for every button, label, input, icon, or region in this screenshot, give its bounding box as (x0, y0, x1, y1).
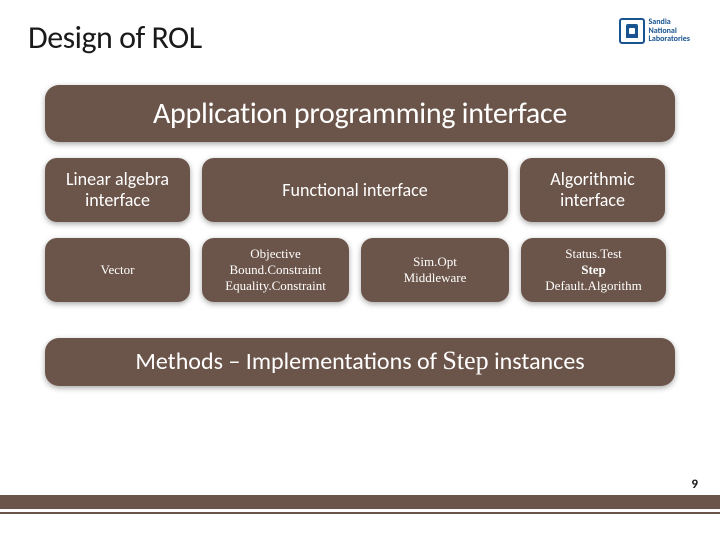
algorithmic-box: Algorithmic interface (520, 158, 665, 222)
slide-title: Design of ROL (28, 18, 202, 57)
status-l1: Status.Test (565, 246, 622, 262)
architecture-diagram: Application programming interface Linear… (0, 57, 720, 386)
objective-box: Objective Bound.Constraint Equality.Cons… (202, 238, 349, 302)
objective-l2: Bound.Constraint (229, 262, 321, 278)
api-banner: Application programming interface (45, 85, 675, 142)
objective-l1: Objective (250, 246, 301, 262)
status-l3: Default.Algorithm (545, 278, 641, 294)
methods-step: Step (442, 346, 488, 375)
page-number: 9 (691, 477, 698, 492)
interface-row: Linear algebra interface Functional inte… (45, 158, 675, 222)
simopt-l2: Middleware (404, 270, 467, 286)
vector-box: Vector (45, 238, 190, 302)
footer-bar-thick (0, 495, 720, 509)
thunderbird-icon (619, 18, 645, 44)
logo-text: Sandia National Laboratories (649, 18, 691, 43)
functional-interface-box: Functional interface (202, 158, 508, 222)
algorithmic-l2: interface (560, 190, 625, 211)
footer-bar-thin (0, 512, 720, 514)
sandia-logo: Sandia National Laboratories (619, 18, 691, 44)
algorithmic-l1: Algorithmic (550, 169, 634, 190)
linear-algebra-l1: Linear algebra (66, 169, 169, 190)
linear-algebra-box: Linear algebra interface (45, 158, 190, 222)
simopt-l1: Sim.Opt (413, 254, 457, 270)
status-l2: Step (581, 262, 606, 278)
simopt-box: Sim.Opt Middleware (361, 238, 509, 302)
logo-line3: Laboratories (649, 35, 691, 43)
status-box: Status.Test Step Default.Algorithm (521, 238, 666, 302)
classes-row: Vector Objective Bound.Constraint Equali… (45, 238, 675, 302)
linear-algebra-l2: interface (85, 190, 150, 211)
slide-header: Design of ROL Sandia National Laboratori… (0, 0, 720, 57)
objective-l3: Equality.Constraint (225, 278, 326, 294)
footer-decoration (0, 495, 720, 514)
methods-post: instances (489, 347, 585, 376)
methods-pre: Methods – Implementations of (135, 347, 442, 376)
methods-banner: Methods – Implementations of Step instan… (45, 338, 675, 386)
